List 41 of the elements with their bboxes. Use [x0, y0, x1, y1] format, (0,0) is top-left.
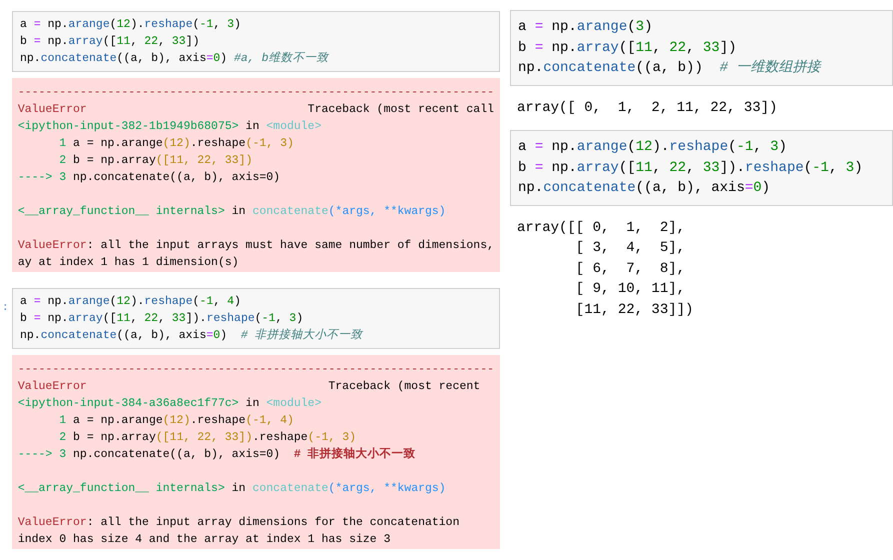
code-line: ay at index 1 has 1 dimension(s) — [18, 255, 239, 271]
code-line: ----> 3 np.concatenate((a, b), axis=0) — [18, 170, 280, 186]
code-line: ValueError: all the input array dimensions for the concatenation — [18, 515, 460, 531]
output-text: [ 3, 4, 5], — [574, 239, 686, 258]
code-line: <ipython-input-382-1b1949b68075> in <module> — [18, 119, 322, 135]
code-line: ----> 3 np.concatenate((a, b), axis=0) # 非拼接轴大小不一致 — [18, 446, 416, 463]
code-cell[interactable]: a = np.arange(12).reshape(-1, 3) b = np.array([11, 22, 33]).reshape(-1, 3) np.concatenate((a, b), axis=0) — [510, 130, 893, 206]
code-line: <ipython-input-384-a36a8ec1f77c> in <module> — [18, 396, 322, 412]
code-line: index 0 has size 4 and the array at index 1 has size 3 — [18, 532, 390, 548]
code-line: 2 b = np.array([11, 22, 33]).reshape(-1, 3) — [58, 430, 356, 446]
output-text: [ 6, 7, 8], — [574, 260, 686, 278]
code-line: ValueError Traceback (most recent — [18, 379, 480, 395]
code-line: a = np.arange(12).reshape(-1, 3) — [20, 17, 241, 33]
code-line: --------------------------------------------------------------------- — [18, 85, 494, 101]
code-line: a = np.arange(3) — [518, 18, 652, 37]
output-text: array([[ 0, 1, 2], — [517, 218, 686, 238]
code-cell[interactable]: a = np.arange(12).reshape(-1, 4) b = np.array([11, 22, 33]).reshape(-1, 3) np.concatenate((a, b), axis=0) # 非拼接轴大小不一致 — [12, 288, 500, 349]
code-line: np.concatenate((a, b), axis=0) #a, b维数不一致 — [20, 50, 328, 67]
code-line: 1 a = np.arange(12).reshape(-1, 4) — [58, 413, 294, 429]
output-text: [ 9, 10, 11], — [574, 280, 686, 299]
output-text: [11, 22, 33]]) — [574, 300, 694, 320]
code-line: <__array_function__ internals> in concatenate(*args, **kwargs) — [18, 204, 446, 220]
code-line: b = np.array([11, 22, 33]).reshape(-1, 3) — [20, 311, 304, 327]
code-cell[interactable]: a = np.arange(3) b = np.array([11, 22, 33]) np.concatenate((a, b)) # 一维数组拼接 — [510, 10, 893, 86]
code-line: b = np.array([11, 22, 33]) — [518, 38, 737, 58]
code-line: 1 a = np.arange(12).reshape(-1, 3) — [58, 136, 294, 152]
code-cell[interactable]: a = np.arange(12).reshape(-1, 3) b = np.array([11, 22, 33]) np.concatenate((a, b), axis=0) #a, b维数不一致 — [12, 11, 500, 72]
code-line: 2 b = np.array([11, 22, 33]) — [58, 153, 252, 169]
code-line: b = np.array([11, 22, 33]) — [20, 34, 200, 50]
code-line: a = np.arange(12).reshape(-1, 4) — [20, 294, 241, 310]
code-line: <__array_function__ internals> in concatenate(*args, **kwargs) — [18, 481, 446, 497]
code-line: a = np.arange(12).reshape(-1, 3) — [518, 138, 787, 157]
code-line: ValueError Traceback (most recent call — [18, 102, 494, 118]
code-line: ValueError: all the input arrays must have same number of dimensions, — [18, 238, 494, 254]
code-line: np.concatenate((a, b), axis=0) # 非拼接轴大小不一致 — [20, 328, 363, 344]
code-line: --------------------------------------------------------------------- — [18, 362, 494, 378]
cell-prompt: : — [1, 301, 10, 316]
output-text: array([ 0, 1, 2, 11, 22, 33]) — [517, 98, 778, 118]
code-line: np.concatenate((a, b), axis=0) — [518, 179, 770, 198]
code-line: b = np.array([11, 22, 33]).reshape(-1, 3) — [518, 158, 863, 178]
code-line: np.concatenate((a, b)) # 一维数组拼接 — [518, 58, 820, 78]
